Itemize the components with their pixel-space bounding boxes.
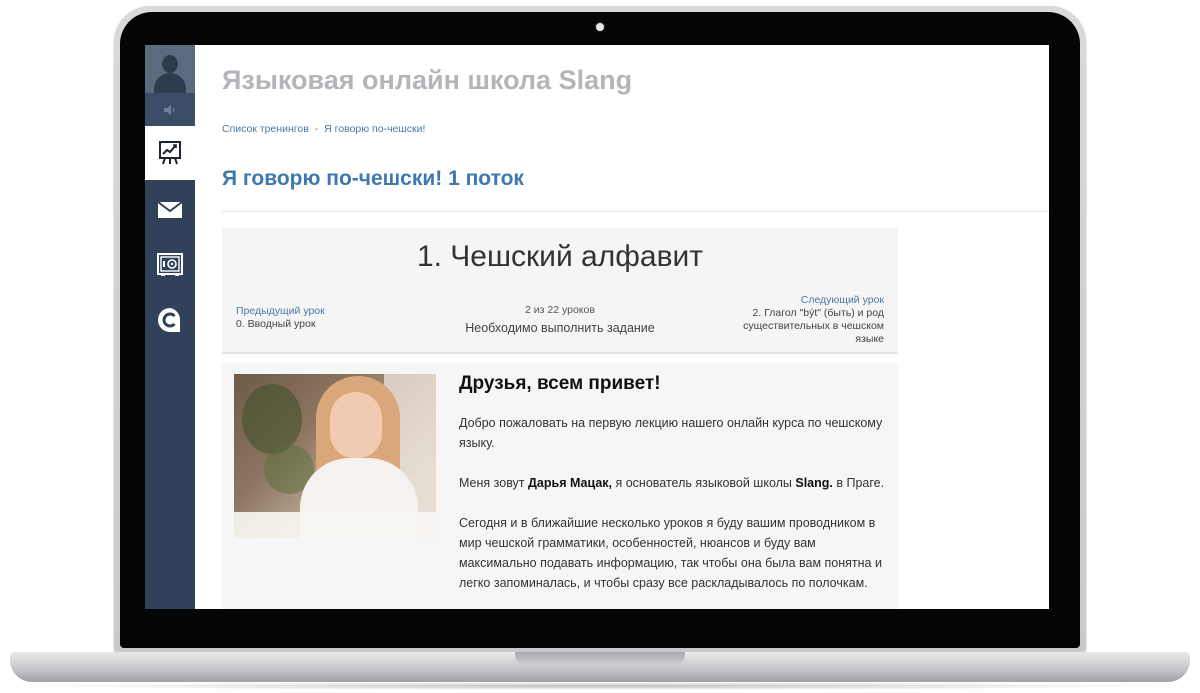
teacher-name: Дарья Мацак, <box>528 476 612 490</box>
laptop-notch <box>515 652 685 666</box>
breadcrumb-current-link[interactable]: Я говорю по-чешски! <box>324 123 425 135</box>
lesson-header: 1. Чешский алфавит Предыдущий урок 0. Вв… <box>222 228 898 354</box>
lesson-title: 1. Чешский алфавит <box>416 240 704 273</box>
course-title[interactable]: Я говорю по-чешски! 1 поток <box>222 167 524 191</box>
next-lesson-label[interactable]: Следующий урок <box>724 294 884 307</box>
c-logo-icon <box>158 308 181 332</box>
task-status: Необходимо выполнить задание <box>465 321 655 335</box>
progress-counter: 2 из 22 уроков <box>525 304 595 316</box>
safe-icon <box>157 253 183 276</box>
school-name: Slang. <box>795 476 833 490</box>
paragraph-guide: Сегодня и в ближайшие несколько уроков я… <box>459 516 882 590</box>
sidebar-item-trainings[interactable] <box>145 126 195 180</box>
webcam-icon <box>596 23 604 31</box>
breadcrumb-separator: - <box>314 123 319 135</box>
sidebar-item-support[interactable] <box>145 293 195 347</box>
paragraph-intro: Меня зовут Дарья Мацак, я основатель язы… <box>459 476 885 490</box>
prev-lesson-label[interactable]: Предыдущий урок <box>236 305 416 318</box>
sidebar-item-messages[interactable] <box>145 183 195 237</box>
sound-toggle[interactable] <box>145 93 195 126</box>
next-lesson-link[interactable]: Следующий урок 2. Глагол "být" (быть) и … <box>724 294 884 346</box>
school-title: Языковая онлайн школа Slang <box>222 65 633 95</box>
speaker-icon <box>164 104 175 115</box>
main-content: Языковая онлайн школа Slang Список трени… <box>222 45 1049 609</box>
breadcrumb: Список тренингов - Я говорю по-чешски! <box>222 123 425 135</box>
envelope-icon <box>157 201 183 218</box>
next-lesson-name: 2. Глагол "být" (быть) и род существител… <box>743 307 884 345</box>
lesson-progress: 2 из 22 уроков Необходимо выполнить зада… <box>422 304 698 335</box>
lesson-content: Друзья, всем привет! Добро пожаловать на… <box>222 363 898 609</box>
laptop-frame: Языковая онлайн школа Slang Список трени… <box>0 0 1200 693</box>
lesson-text: Друзья, всем привет! Добро пожаловать на… <box>459 373 891 609</box>
teacher-photo <box>234 374 436 538</box>
paragraph-welcome: Добро пожаловать на первую лекцию нашего… <box>459 416 883 450</box>
avatar[interactable] <box>145 45 195 93</box>
sidebar-item-safe[interactable] <box>145 238 195 292</box>
lesson-greeting: Друзья, всем привет! <box>459 373 661 394</box>
user-silhouette-icon <box>162 55 178 73</box>
breadcrumb-trainings-link[interactable]: Список тренингов <box>222 123 309 135</box>
screen: Языковая онлайн школа Slang Список трени… <box>145 45 1049 609</box>
prev-lesson-name: 0. Вводный урок <box>236 318 316 330</box>
prev-lesson-link[interactable]: Предыдущий урок 0. Вводный урок <box>236 305 416 331</box>
sidebar <box>145 45 195 609</box>
presentation-chart-icon <box>159 141 181 165</box>
divider <box>222 211 1049 212</box>
